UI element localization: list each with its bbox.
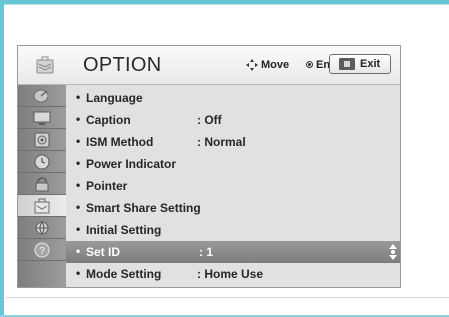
menu-item-power-indicator[interactable]: • Power Indicator [66, 153, 400, 175]
menu-item-language[interactable]: • Language [66, 87, 400, 109]
option-menu-list: • Language • Caption : Off • ISM Method … [66, 85, 400, 287]
enter-button-icon [306, 61, 313, 68]
satellite-dish-icon [33, 89, 49, 103]
menu-item-label: ISM Method [86, 135, 154, 149]
menu-item-smart-share-setting[interactable]: • Smart Share Setting [66, 197, 400, 219]
option-briefcase-icon [34, 198, 50, 214]
tab-option[interactable] [18, 195, 66, 217]
move-hint-label: Move [261, 59, 290, 71]
menu-item-value: : Off [197, 113, 222, 127]
bullet: • [76, 244, 81, 258]
tab-picture[interactable] [18, 107, 66, 129]
bullet: • [76, 134, 81, 148]
menu-item-initial-setting[interactable]: • Initial Setting [66, 219, 400, 241]
option-briefcase-icon [36, 56, 54, 74]
menu-header: OPTION Move Enter Exit [18, 46, 400, 85]
tab-audio[interactable] [18, 129, 66, 151]
menu-item-label: Smart Share Setting [86, 201, 201, 215]
tab-lock[interactable] [18, 173, 66, 195]
exit-button-label: Exit [360, 58, 381, 70]
menu-item-value: : Home Use [197, 267, 264, 281]
bottom-divider [6, 297, 449, 298]
menu-item-value: : 1 [199, 245, 214, 259]
menu-item-caption[interactable]: • Caption : Off [66, 109, 400, 131]
bullet: • [76, 112, 81, 126]
help-icon: ? [34, 242, 50, 258]
menu-item-label: Set ID [86, 245, 121, 259]
tab-time[interactable] [18, 151, 66, 173]
tab-channel[interactable] [18, 85, 66, 107]
frame-inner-line [4, 4, 449, 5]
menu-item-pointer[interactable]: • Pointer [66, 175, 400, 197]
bullet: • [76, 90, 81, 104]
menu-item-mode-setting[interactable]: • Mode Setting : Home Use [66, 263, 400, 285]
move-arrows-icon [246, 59, 258, 71]
bullet: • [76, 200, 81, 214]
left-frame-bar [0, 0, 4, 317]
option-menu-panel: OPTION Move Enter Exit [17, 45, 401, 288]
bullet: • [76, 178, 81, 192]
menu-item-value: : Normal [197, 135, 246, 149]
exit-button[interactable]: Exit [329, 54, 391, 74]
menu-item-label: Caption [86, 113, 131, 127]
category-sidebar: ? [18, 85, 66, 287]
tv-screen-icon [33, 111, 51, 125]
tab-support[interactable]: ? [18, 239, 66, 261]
menu-item-label: Language [86, 91, 143, 105]
svg-text:?: ? [39, 246, 45, 257]
page-title: OPTION [83, 54, 162, 76]
menu-item-label: Pointer [86, 179, 128, 193]
speaker-icon [34, 132, 50, 148]
menu-item-label: Power Indicator [86, 157, 177, 171]
tab-network[interactable] [18, 217, 66, 239]
bullet: • [76, 266, 81, 280]
clock-icon [34, 154, 50, 170]
menu-item-label: Initial Setting [86, 223, 162, 237]
exit-key-icon [339, 58, 355, 70]
menu-item-set-id[interactable]: • Set ID : 1 [66, 241, 400, 263]
menu-item-label: Mode Setting [86, 267, 162, 281]
bullet: • [76, 222, 81, 236]
network-icon [35, 221, 49, 235]
bullet: • [76, 156, 81, 170]
lock-icon [35, 177, 49, 192]
up-down-arrows-icon[interactable] [388, 244, 398, 260]
menu-item-ism-method[interactable]: • ISM Method : Normal [66, 131, 400, 153]
